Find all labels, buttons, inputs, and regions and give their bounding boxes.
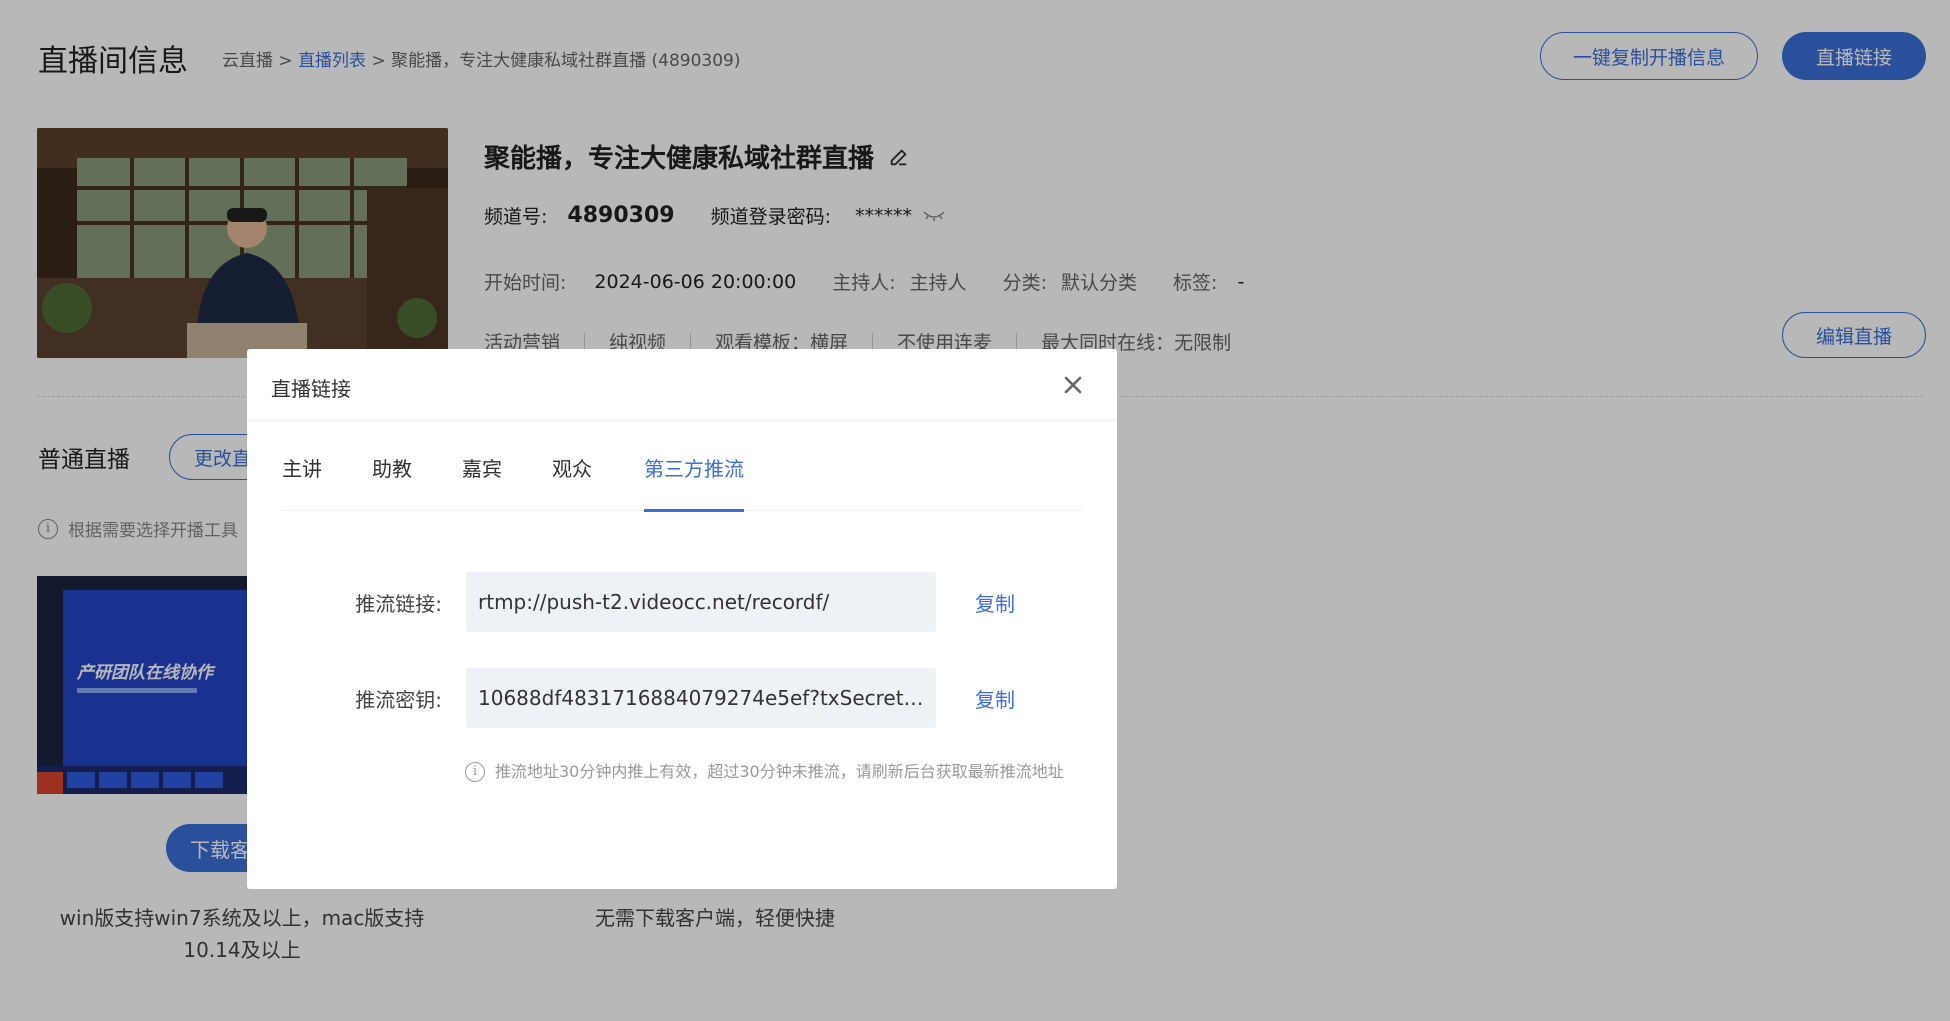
- tab-assistant[interactable]: 助教: [372, 453, 412, 511]
- push-tip-text: 推流地址30分钟内推上有效，超过30分钟未推流，请刷新后台获取最新推流地址: [495, 762, 1064, 781]
- push-tip: i 推流地址30分钟内推上有效，超过30分钟未推流，请刷新后台获取最新推流地址: [465, 760, 1087, 784]
- tab-speaker[interactable]: 主讲: [282, 453, 322, 511]
- tab-guest[interactable]: 嘉宾: [462, 453, 502, 511]
- modal-tabs: 主讲 助教 嘉宾 观众 第三方推流: [282, 453, 1082, 512]
- info-icon: i: [465, 762, 485, 782]
- push-url-field[interactable]: rtmp://push-t2.videocc.net/recordf/: [466, 572, 936, 632]
- push-key-value: 10688df4831716884079274e5ef?txSecret=df.…: [478, 686, 924, 710]
- push-url-label: 推流链接:: [355, 592, 442, 616]
- copy-push-key-button[interactable]: 复制: [975, 684, 1015, 713]
- push-key-label: 推流密钥:: [355, 688, 442, 712]
- page: 直播间信息 云直播 > 直播列表 > 聚能播，专注大健康私域社群直播 (4890…: [0, 0, 1950, 1021]
- copy-push-url-button[interactable]: 复制: [975, 588, 1015, 617]
- tab-audience[interactable]: 观众: [552, 453, 592, 511]
- live-link-modal: 直播链接 主讲 助教 嘉宾 观众 第三方推流 推流链接: rtmp://push…: [247, 349, 1117, 889]
- modal-title: 直播链接: [271, 377, 351, 401]
- modal-header: 直播链接: [247, 349, 1117, 421]
- push-url-value: rtmp://push-t2.videocc.net/recordf/: [478, 590, 830, 614]
- tab-third-party-push[interactable]: 第三方推流: [644, 453, 744, 512]
- close-icon[interactable]: [1061, 373, 1085, 397]
- push-key-field[interactable]: 10688df4831716884079274e5ef?txSecret=df.…: [466, 668, 936, 728]
